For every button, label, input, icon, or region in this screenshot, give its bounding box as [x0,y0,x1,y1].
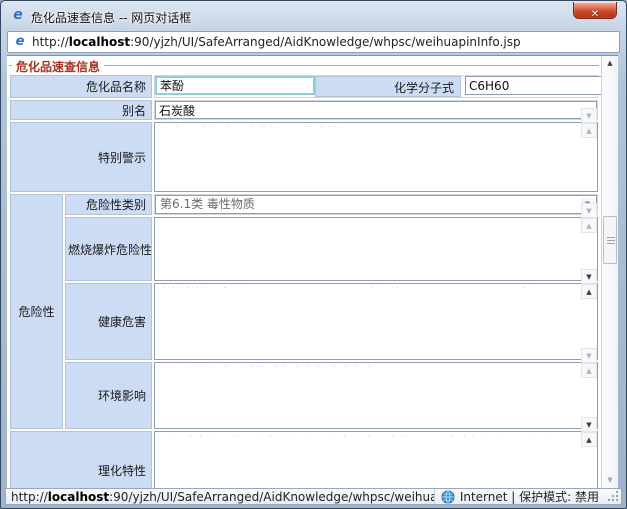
formula-input[interactable] [465,76,618,95]
table-row: 别名 [10,100,598,120]
address-bar[interactable]: e http://localhost:90/yjzh/UI/SafeArrang… [7,31,620,53]
env-cell: 在很低的浓度下就能对水生生物造成危害 在土壤中，只要2-5天时间就可完全降解 2… [154,362,598,429]
window-title: 危化品速查信息 -- 网页对话框 [31,9,191,26]
scroll-down-icon[interactable]: ▼ [581,417,597,432]
status-url-host: localhost [48,490,109,504]
url-prefix: http:// [32,35,69,49]
fire-label: 燃烧爆炸危险性 [65,217,152,281]
table-row: 危险性 危险性类别 第6.1类 毒性物质 ▼ [10,194,598,215]
alias-input[interactable] [155,101,597,119]
phys-text: 无色或白色晶体，有特殊气味。在空气中及光线作用下变为粉红色甚至红色。室温下微溶于… [155,432,580,436]
legend-strip: 危化品速查信息 [7,56,601,73]
security-zone: Internet | 保护模式: 禁用 [434,489,605,504]
health-label: 健康危害 [65,283,152,360]
scroll-down-icon[interactable]: ▼ [581,108,597,123]
env-label: 环境影响 [65,362,152,429]
table-row: 燃烧爆炸危险性 可燃 ▲ ▼ [10,217,598,281]
table-row: 环境影响 在很低的浓度下就能对水生生物造成危害 在土壤中，只要2-5天时间就可完… [10,362,598,429]
category-value: 第6.1类 毒性物质 [160,197,255,211]
status-bar: http://localhost:90/yjzh/UI/SafeArranged… [5,488,622,505]
scroll-up-icon[interactable]: ▲ [581,123,597,138]
scroll-up-icon[interactable]: ▲ [581,284,597,299]
table-row: 健康危害 急性毒性：大鼠经LD50317mg／kg；兔经皮LD50。630mg/… [10,283,598,360]
scroll-down-icon[interactable]: ▼ [602,473,618,488]
scroll-up-icon[interactable]: ▲ [581,218,597,233]
name-label: 危化品名称 [10,75,152,98]
close-icon: ✕ [591,9,599,20]
scroll-up-icon[interactable]: ▲ [581,363,597,378]
table-row: 理化特性 无色或白色晶体，有特殊气味。在空气中及光线作用下变为粉红色甚至红色。室… [10,431,598,488]
name-row-content: 化学分子式 [154,75,598,98]
scroll-up-icon[interactable]: ▲ [581,432,597,447]
globe-icon [441,490,455,504]
close-button[interactable]: ✕ [573,2,617,19]
page: 危化品速查信息 危化品名称 化学分子式 别名 [7,55,618,488]
category-cell: 第6.1类 毒性物质 ▼ [154,194,598,215]
scroll-up-icon[interactable]: ▲ [602,56,618,72]
status-url-prefix: http:// [11,490,48,504]
warning-label: 特别警示 [10,122,152,192]
status-url: http://localhost:90/yjzh/UI/SafeArranged… [6,490,434,504]
formula-label: 化学分子式 [315,76,461,97]
table-row: 危化品名称 化学分子式 [10,75,598,98]
alias-row-content [154,100,598,120]
hazard-category-select[interactable]: 第6.1类 毒性物质 ▼ [155,195,597,214]
address-url: http://localhost:90/yjzh/UI/SafeArranged… [32,35,521,49]
ie-icon: e [10,8,26,24]
phys-label: 理化特性 [10,431,152,488]
resize-grip[interactable] [605,489,621,504]
info-table: 危化品名称 化学分子式 别名 特别警示 [8,73,600,488]
url-rest: :90/yjzh/UI/SafeArranged/AidKnowledge/wh… [130,35,520,49]
table-row: 特别警示 有毒，对皮肤、黏膜有强烈的腐蚀作用 皮肤接触，首先用大量清水冲洗至少1… [10,122,598,192]
scroll-down-icon[interactable]: ▼ [581,269,597,284]
hazard-group-label: 危险性 [10,194,63,429]
category-label: 危险性类别 [65,194,152,215]
ie-icon: e [12,34,28,50]
page-scrollbar[interactable]: ▲ ▼ [601,56,618,488]
status-url-rest: :90/yjzh/UI/SafeArranged/AidKnowledge/wh… [109,490,434,504]
titlebar[interactable]: e 危化品速查信息 -- 网页对话框 ✕ [1,1,626,30]
fire-cell: 可燃 ▲ ▼ [154,217,598,281]
warning-text: 有毒，对皮肤、黏膜有强烈的腐蚀作用 皮肤接触，首先用大量清水冲洗至少15min，… [155,123,580,127]
health-cell: 急性毒性：大鼠经LD50317mg／kg；兔经皮LD50。630mg/kg；大鼠… [154,283,598,360]
chemical-name-input[interactable] [155,76,315,95]
dialog-window: e 危化品速查信息 -- 网页对话框 ✕ e http://localhost:… [0,0,627,509]
url-host: localhost [69,35,130,49]
fire-text: 可燃 [155,218,580,222]
alias-label: 别名 [10,100,152,120]
health-text: 急性毒性：大鼠经LD50317mg／kg；兔经皮LD50。630mg/kg；大鼠… [155,284,580,288]
scroll-down-icon[interactable]: ▼ [581,348,597,363]
scrollbar-thumb[interactable] [603,216,617,264]
thumb-grip-icon [607,237,615,244]
zone-text: Internet | 保护模式: 禁用 [460,488,599,505]
phys-cell: 无色或白色晶体，有特殊气味。在空气中及光线作用下变为粉红色甚至红色。室温下微溶于… [154,431,598,488]
env-text: 在很低的浓度下就能对水生生物造成危害 在土壤中，只要2-5天时间就可完全降解 2… [155,363,580,367]
warning-cell: 有毒，对皮肤、黏膜有强烈的腐蚀作用 皮肤接触，首先用大量清水冲洗至少15min，… [154,122,598,192]
scroll-down-icon[interactable]: ▼ [581,203,597,218]
